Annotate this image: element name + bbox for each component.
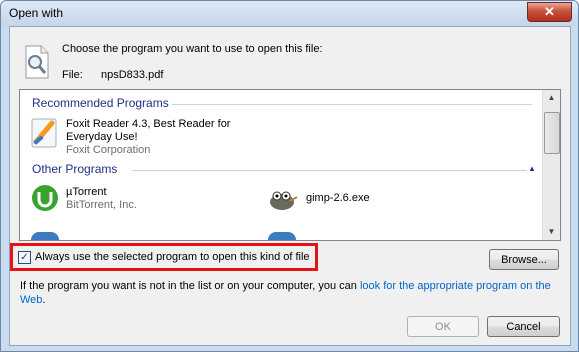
always-use-checkbox[interactable]: ✓ [18,251,31,264]
program-list[interactable]: Recommended Programs Foxit Reader 4.3, B… [19,89,561,241]
dialog-body: Choose the program you want to use to op… [9,26,571,346]
utorrent-icon [32,185,58,211]
foxit-reader-icon [31,118,57,148]
scroll-up-button[interactable]: ▲ [544,90,559,106]
gimp-icon [270,191,298,210]
list-item-foxit-reader[interactable]: Foxit Reader 4.3, Best Reader for Everyd… [24,114,284,156]
other-programs-header: Other Programs [32,162,118,176]
program-publisher: BitTorrent, Inc. [66,199,137,211]
info-text: If the program you want is not in the li… [20,279,560,307]
window-title: Open with [9,6,64,20]
file-label: File: [62,69,83,81]
title-bar[interactable]: Open with ✕ [1,1,578,26]
recommended-programs-header: Recommended Programs [32,96,169,110]
browse-button[interactable]: Browse... [489,249,559,270]
always-use-option-highlight: ✓ Always use the selected program to ope… [10,243,318,271]
program-name: µTorrent [66,186,107,198]
list-scrollbar[interactable]: ▲ ▼ [542,90,560,240]
list-item-partial[interactable] [24,230,244,240]
group-divider [172,104,532,105]
scroll-thumb[interactable] [544,112,560,154]
program-publisher: Foxit Corporation [66,144,151,156]
list-item-utorrent[interactable]: µTorrent BitTorrent, Inc. [24,182,244,216]
collapse-group-icon[interactable]: ▲ [528,164,536,173]
prompt-text: Choose the program you want to use to op… [62,43,323,55]
windows-media-icon [31,232,59,240]
program-name-line2: Everyday Use! [66,131,138,143]
program-name: gimp-2.6.exe [306,192,370,204]
group-divider [132,170,527,171]
document-search-icon [25,45,49,79]
info-text-end: . [42,294,46,306]
ok-button[interactable]: OK [407,316,479,337]
close-button[interactable]: ✕ [527,2,572,22]
file-name: npsD833.pdf [101,69,164,81]
info-text-body: If the program you want is not in the li… [20,280,360,292]
list-item-gimp[interactable]: gimp-2.6.exe [260,182,460,216]
program-name-line1: Foxit Reader 4.3, Best Reader for [66,118,231,130]
scroll-down-button[interactable]: ▼ [544,224,559,240]
list-item-partial[interactable] [260,230,460,240]
always-use-label[interactable]: Always use the selected program to open … [35,251,310,263]
windows-media-icon [268,232,296,240]
open-with-dialog: Open with ✕ Choose the program you want … [0,0,579,352]
cancel-button[interactable]: Cancel [487,316,560,337]
